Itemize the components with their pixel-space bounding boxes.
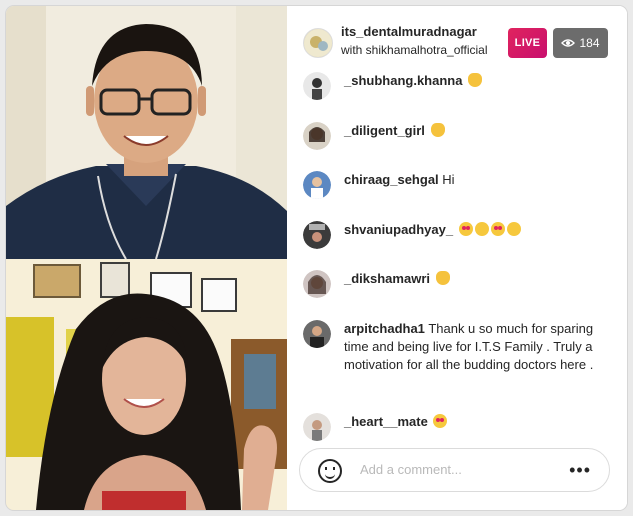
- comment-username[interactable]: _dikshamawri: [344, 271, 430, 286]
- clapping-hands-icon: [430, 123, 445, 137]
- eye-icon: [561, 39, 576, 47]
- comment-input-bar: Add a comment... •••: [299, 448, 610, 492]
- commenter-avatar[interactable]: [303, 320, 331, 348]
- host-avatar-image: [304, 29, 332, 57]
- commenter-avatar-image: [303, 320, 331, 348]
- comment-item: _diligent_girl: [303, 122, 615, 150]
- comment-input[interactable]: Add a comment...: [360, 462, 462, 477]
- commenter-avatar-image: [303, 413, 331, 441]
- commenter-avatar[interactable]: [303, 72, 331, 100]
- commenter-avatar-image: [303, 171, 331, 199]
- comment-item: _heart__mate: [303, 413, 615, 441]
- clapping-hands-icon: [468, 73, 483, 87]
- commenter-avatar[interactable]: [303, 413, 331, 441]
- more-options-button[interactable]: •••: [569, 461, 591, 479]
- commenter-avatar[interactable]: [303, 171, 331, 199]
- live-chat-panel: its_dentalmuradnagar with shikhamalhotra…: [287, 6, 627, 510]
- comment-text: _shubhang.khanna: [344, 72, 483, 100]
- comment-item: chiraag_sehgal Hi: [303, 171, 615, 199]
- host-video-feed[interactable]: [6, 6, 287, 259]
- comment-text: chiraag_sehgal Hi: [344, 171, 455, 199]
- comment-text: _dikshamawri: [344, 270, 450, 298]
- heart-eyes-emoji-icon: [433, 414, 448, 428]
- viewer-count: 184: [579, 36, 600, 50]
- commenter-avatar[interactable]: [303, 122, 331, 150]
- guest-username-line[interactable]: with shikhamalhotra_official: [341, 43, 488, 57]
- live-stream-window: its_dentalmuradnagar with shikhamalhotra…: [6, 6, 627, 510]
- host-video-frame: [6, 6, 287, 259]
- live-badge: LIVE: [508, 28, 547, 58]
- host-username[interactable]: its_dentalmuradnagar: [341, 24, 477, 39]
- video-area: [6, 6, 287, 510]
- commenter-avatar-image: [303, 270, 331, 298]
- comment-username[interactable]: _diligent_girl: [344, 123, 425, 138]
- comment-text: _diligent_girl: [344, 122, 445, 150]
- commenter-avatar-image: [303, 72, 331, 100]
- commenter-avatar[interactable]: [303, 221, 331, 249]
- comment-item: _shubhang.khanna: [303, 72, 615, 100]
- emoji-smiley-icon[interactable]: [318, 459, 342, 483]
- comment-message: Hi: [442, 172, 455, 187]
- kissing-face-emoji-icon: [506, 222, 521, 236]
- heart-eyes-emoji-icon: [490, 222, 505, 236]
- commenter-avatar-image: [303, 221, 331, 249]
- comment-text: arpitchadha1 Thank u so much for sparing…: [344, 320, 615, 374]
- comment-text: shvaniupadhyay_: [344, 221, 521, 249]
- comment-item: _dikshamawri: [303, 270, 615, 298]
- comment-username[interactable]: chiraag_sehgal: [344, 172, 439, 187]
- viewer-count-badge[interactable]: 184: [553, 28, 608, 58]
- stream-header: its_dentalmuradnagar with shikhamalhotra…: [287, 6, 627, 70]
- comment-username[interactable]: _shubhang.khanna: [344, 73, 462, 88]
- guest-video-frame: [6, 259, 287, 510]
- kissing-face-emoji-icon: [474, 222, 489, 236]
- host-avatar[interactable]: [303, 28, 333, 58]
- comment-username[interactable]: _heart__mate: [344, 414, 428, 429]
- comment-text: _heart__mate: [344, 413, 448, 441]
- waving-hand-icon: [435, 271, 450, 285]
- comment-username[interactable]: arpitchadha1: [344, 321, 425, 336]
- heart-eyes-emoji-icon: [458, 222, 473, 236]
- guest-video-feed[interactable]: [6, 259, 287, 510]
- comment-item: shvaniupadhyay_: [303, 221, 615, 249]
- comment-list[interactable]: _shubhang.khanna _diligent_girl chiraag_…: [287, 70, 627, 446]
- commenter-avatar-image: [303, 122, 331, 150]
- comment-item: arpitchadha1 Thank u so much for sparing…: [303, 320, 615, 374]
- comment-username[interactable]: shvaniupadhyay_: [344, 222, 453, 237]
- commenter-avatar[interactable]: [303, 270, 331, 298]
